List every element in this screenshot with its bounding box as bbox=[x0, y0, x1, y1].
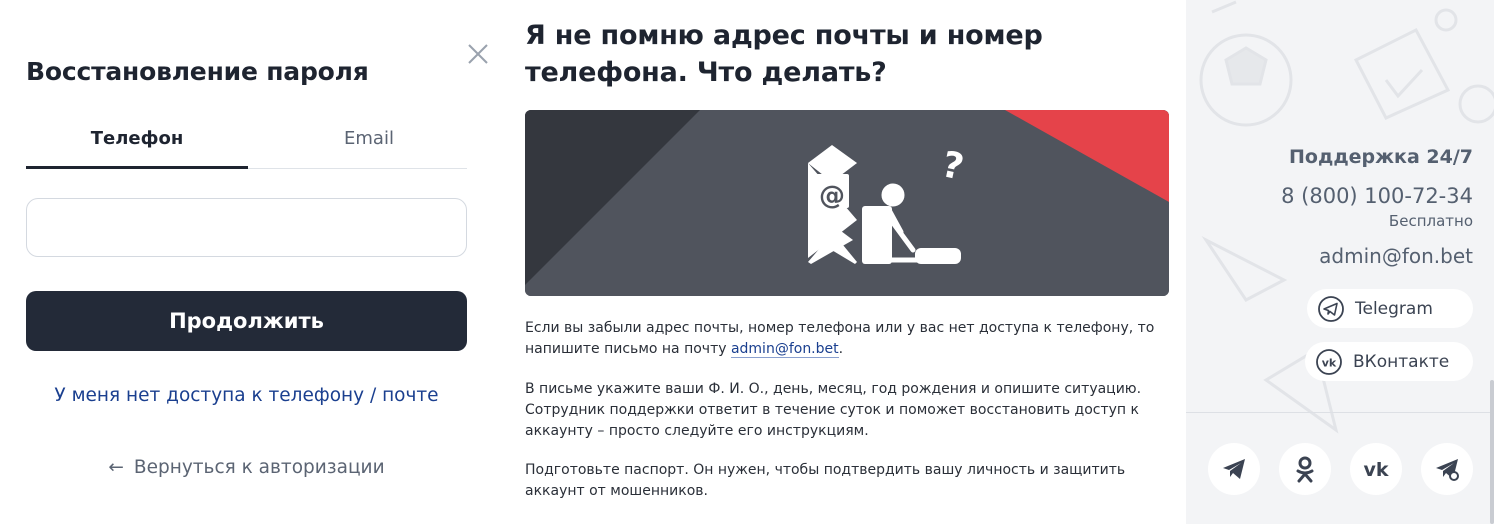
support-email[interactable]: admin@fon.bet bbox=[1319, 244, 1473, 268]
support-sidebar: Поддержка 24/7 8 (800) 100-72-34 Бесплат… bbox=[1186, 0, 1494, 524]
scrollbar[interactable] bbox=[1490, 380, 1494, 524]
svg-text:vk: vk bbox=[1363, 459, 1388, 481]
vk-label: ВКонтакте bbox=[1353, 351, 1450, 372]
help-paragraph-1: Если вы забыли адрес почты, номер телефо… bbox=[525, 318, 1165, 360]
vk-icon: vk bbox=[1363, 459, 1388, 481]
support-title: Поддержка 24/7 bbox=[1289, 146, 1473, 168]
help-paragraph-3: Подготовьте паспорт. Он нужен, чтобы под… bbox=[525, 462, 1126, 499]
help-title: Я не помню адрес почты и номер телефона.… bbox=[525, 20, 1043, 88]
social-telegram-button[interactable] bbox=[1208, 443, 1260, 495]
social-vk-button[interactable]: vk bbox=[1350, 443, 1402, 495]
telegram-icon bbox=[1317, 295, 1345, 323]
odnoklassniki-icon bbox=[1296, 456, 1314, 483]
telegram-button[interactable]: Telegram bbox=[1307, 289, 1473, 328]
help-paragraph-2: В письме укажите ваши Ф. И. О., день, ме… bbox=[525, 381, 1142, 439]
phone-input[interactable] bbox=[26, 198, 467, 257]
support-phone[interactable]: 8 (800) 100-72-34 bbox=[1281, 184, 1473, 208]
social-telegram-bot-button[interactable] bbox=[1421, 443, 1473, 495]
vk-button[interactable]: vk ВКонтакте bbox=[1305, 342, 1473, 381]
arrow-left-icon: ← bbox=[108, 457, 124, 478]
recovery-tabs: Телефон Email bbox=[26, 118, 467, 169]
back-to-login-label: Вернуться к авторизации bbox=[133, 457, 385, 478]
svg-text:vk: vk bbox=[1322, 356, 1337, 369]
tab-email[interactable]: Email bbox=[258, 118, 480, 169]
close-icon[interactable] bbox=[464, 40, 492, 68]
divider bbox=[1186, 412, 1494, 413]
no-access-link[interactable]: У меня нет доступа к телефону / почте bbox=[26, 385, 467, 406]
telegram-label: Telegram bbox=[1355, 298, 1433, 319]
back-to-login-link[interactable]: ← Вернуться к авторизации bbox=[26, 457, 467, 478]
telegram-icon bbox=[1223, 459, 1245, 479]
page-title: Восстановление пароля bbox=[26, 57, 369, 86]
social-odnoklassniki-button[interactable] bbox=[1279, 443, 1331, 495]
telegram-bot-icon bbox=[1436, 459, 1459, 481]
vk-icon: vk bbox=[1315, 348, 1343, 376]
support-phone-note: Бесплатно bbox=[1388, 212, 1473, 230]
support-email-link[interactable]: admin@fon.bet bbox=[730, 341, 839, 358]
help-banner-illustration: @ ? bbox=[525, 110, 1169, 296]
tab-phone[interactable]: Телефон bbox=[26, 118, 248, 169]
password-recovery-panel: Восстановление пароля Телефон Email Прод… bbox=[0, 0, 500, 524]
svg-text:@: @ bbox=[819, 181, 845, 211]
continue-button[interactable]: Продолжить bbox=[26, 291, 467, 351]
help-paragraph-1-end: . bbox=[838, 341, 844, 357]
